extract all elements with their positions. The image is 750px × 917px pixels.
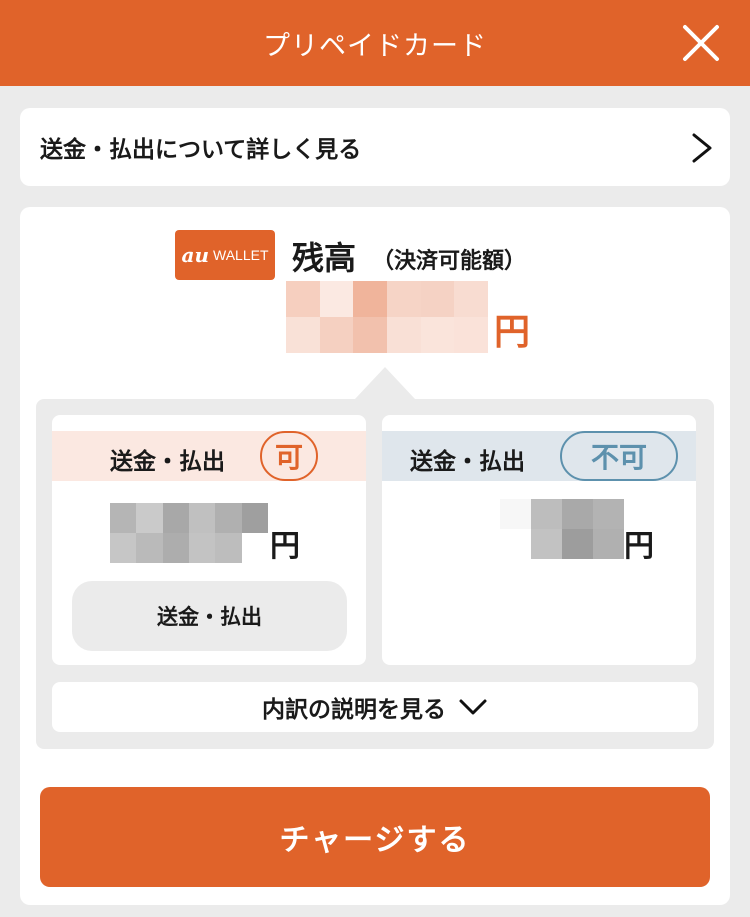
panel-pointer xyxy=(355,367,415,399)
balance-subtitle: （決済可能額） xyxy=(372,249,527,274)
logo-mark: au xyxy=(181,243,210,267)
chevron-right-icon xyxy=(692,133,712,163)
transfer-info-label: 送金・払出について詳しく見る xyxy=(40,137,362,163)
transferable-header: 送金・払出 可 xyxy=(52,431,366,481)
balance-currency: 円 xyxy=(494,312,531,353)
transferable-card: 送金・払出 可 円 送金・払出 xyxy=(52,415,366,665)
non-transferable-badge: 不可 xyxy=(560,431,678,481)
non-transferable-card: 送金・払出 不可 円 xyxy=(382,415,696,665)
close-icon xyxy=(683,25,719,61)
balance-title: 残高 xyxy=(292,239,357,277)
breakdown-explanation-toggle[interactable]: 内訳の説明を見る xyxy=(52,682,698,732)
breakdown-explanation-label: 内訳の説明を見る xyxy=(262,697,446,723)
au-wallet-logo: au WALLET xyxy=(175,230,275,280)
breakdown-panel: 送金・払出 可 円 送金・払出 送金・払出 不可 円 内訳の説明を見る xyxy=(36,399,714,749)
chevron-down-icon xyxy=(459,699,487,715)
transferable-label: 送金・払出 xyxy=(110,449,225,475)
transferable-amount-redacted xyxy=(110,503,268,563)
balance-amount-redacted xyxy=(286,281,488,353)
logo-text: WALLET xyxy=(213,247,269,263)
app-header: プリペイドカード xyxy=(0,0,750,86)
transfer-info-link[interactable]: 送金・払出について詳しく見る xyxy=(20,108,730,186)
transferable-currency: 円 xyxy=(270,529,300,564)
non-transferable-amount-redacted xyxy=(500,499,624,559)
page-title: プリペイドカード xyxy=(263,30,487,62)
non-transferable-currency: 円 xyxy=(624,529,654,564)
non-transferable-label: 送金・払出 xyxy=(410,449,525,475)
charge-button[interactable]: チャージする xyxy=(40,787,710,887)
transferable-badge: 可 xyxy=(260,431,318,481)
close-button[interactable] xyxy=(680,22,722,64)
non-transferable-header: 送金・払出 不可 xyxy=(382,431,696,481)
balance-card: au WALLET 残高 （決済可能額） 円 送金・払出 可 円 送金・払出 送… xyxy=(20,207,730,905)
transfer-withdraw-button[interactable]: 送金・払出 xyxy=(72,581,347,651)
